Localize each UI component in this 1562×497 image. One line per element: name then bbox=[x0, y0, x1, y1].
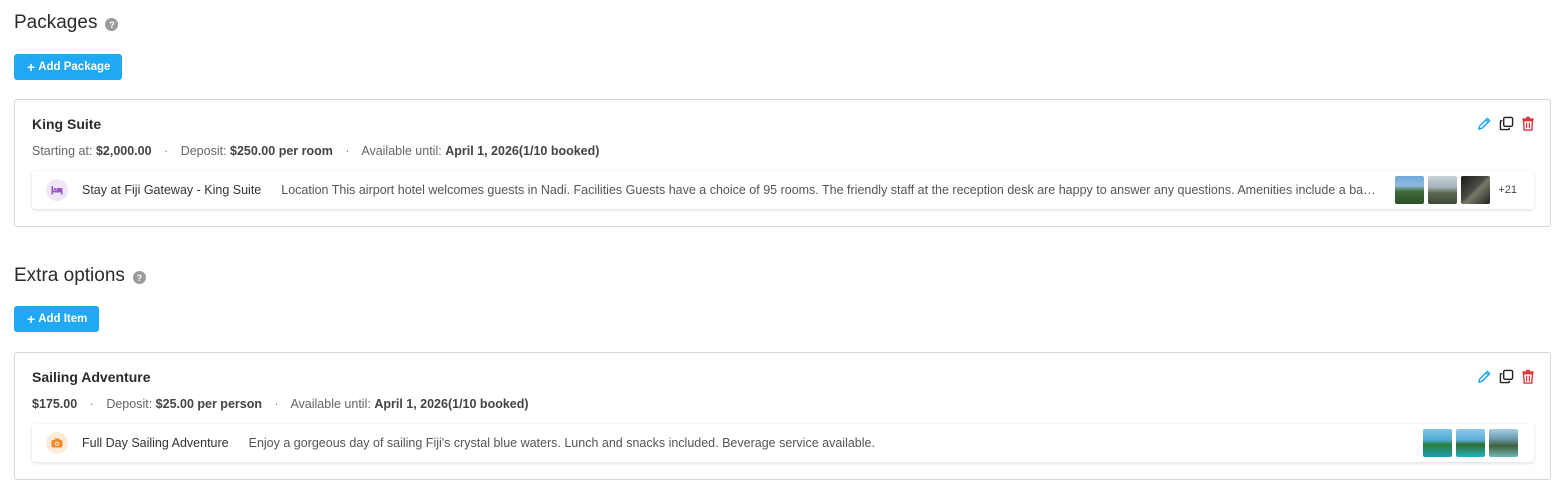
separator: · bbox=[89, 397, 94, 411]
extras-heading: Extra options ? bbox=[14, 265, 146, 287]
more-photos-count[interactable]: +21 bbox=[1498, 184, 1517, 196]
help-icon[interactable]: ? bbox=[105, 18, 119, 31]
available-until-label: Available until: bbox=[290, 397, 371, 411]
available-until-value: April 1, 2026(1/10 booked) bbox=[374, 397, 529, 411]
trash-icon[interactable] bbox=[1520, 114, 1536, 132]
price-value: $175.00 bbox=[32, 397, 78, 411]
package-item-row[interactable]: Stay at Fiji Gateway - King Suite Locati… bbox=[32, 171, 1534, 209]
item-name: Stay at Fiji Gateway - King Suite bbox=[82, 183, 262, 197]
package-title: King Suite bbox=[32, 116, 102, 132]
available-until-value: April 1, 2026(1/10 booked) bbox=[445, 144, 600, 158]
hotel-photo-thumbnail[interactable] bbox=[1461, 176, 1491, 204]
hotel-photo-thumbnail[interactable] bbox=[1395, 176, 1425, 204]
available-until-label: Available until: bbox=[361, 144, 442, 158]
bed-icon bbox=[46, 179, 68, 201]
add-package-label: Add Package bbox=[38, 61, 111, 73]
hotel-photo-thumbnail[interactable] bbox=[1428, 176, 1458, 204]
separator: · bbox=[345, 144, 350, 158]
deposit-label: Deposit: bbox=[180, 144, 227, 158]
extra-option-title: Sailing Adventure bbox=[32, 369, 151, 385]
package-card: King Suite Starting at: $2,000.00 · Depo… bbox=[14, 99, 1551, 227]
extra-option-actions bbox=[1476, 367, 1536, 385]
item-description: Enjoy a gorgeous day of sailing Fiji's c… bbox=[248, 436, 875, 450]
deposit-label: Deposit: bbox=[106, 397, 153, 411]
starting-at-label: Starting at: bbox=[32, 144, 93, 158]
camera-icon bbox=[46, 432, 68, 454]
duplicate-icon[interactable] bbox=[1498, 367, 1514, 385]
sailing-photo-thumbnail[interactable] bbox=[1423, 429, 1452, 457]
duplicate-icon[interactable] bbox=[1498, 114, 1514, 132]
sailing-photo-thumbnail[interactable] bbox=[1489, 429, 1518, 457]
extra-option-card: Sailing Adventure $175.00 · Deposit: $25… bbox=[14, 352, 1551, 480]
separator: · bbox=[164, 144, 169, 158]
package-actions bbox=[1476, 114, 1536, 132]
help-icon[interactable]: ? bbox=[132, 271, 146, 284]
sailing-photo-thumbnail[interactable] bbox=[1456, 429, 1485, 457]
separator: · bbox=[274, 397, 279, 411]
add-package-button[interactable]: + Add Package bbox=[14, 54, 123, 80]
plus-icon: + bbox=[27, 311, 36, 327]
add-item-button[interactable]: + Add Item bbox=[14, 306, 100, 332]
starting-at-value: $2,000.00 bbox=[95, 144, 152, 158]
item-description: Location This airport hotel welcomes gue… bbox=[281, 183, 1377, 197]
item-name: Full Day Sailing Adventure bbox=[82, 436, 229, 450]
packages-title: Packages bbox=[14, 12, 98, 33]
packages-heading: Packages ? bbox=[14, 12, 119, 34]
trash-icon[interactable] bbox=[1520, 367, 1536, 385]
edit-icon[interactable] bbox=[1476, 114, 1492, 132]
photo-thumbnails bbox=[1423, 429, 1518, 457]
edit-icon[interactable] bbox=[1476, 367, 1492, 385]
extra-item-row[interactable]: Full Day Sailing Adventure Enjoy a gorge… bbox=[32, 424, 1534, 462]
extras-title: Extra options bbox=[14, 265, 125, 286]
plus-icon: + bbox=[27, 59, 36, 75]
deposit-value: $25.00 per person bbox=[155, 397, 262, 411]
extra-option-meta: $175.00 · Deposit: $25.00 per person · A… bbox=[32, 397, 529, 411]
package-meta: Starting at: $2,000.00 · Deposit: $250.0… bbox=[32, 144, 599, 158]
deposit-value: $250.00 per room bbox=[230, 144, 333, 158]
add-item-label: Add Item bbox=[38, 313, 88, 325]
photo-thumbnails: +21 bbox=[1395, 176, 1518, 204]
